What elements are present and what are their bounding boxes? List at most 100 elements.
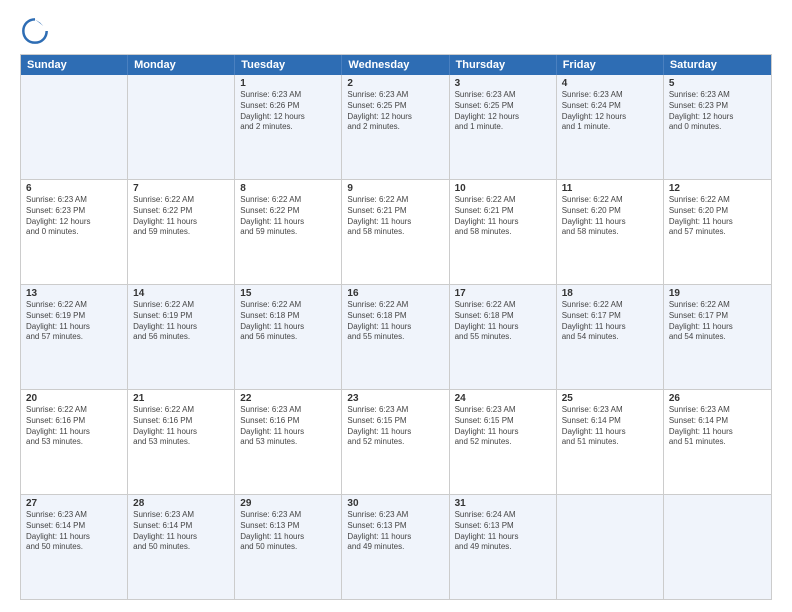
day-info: Sunrise: 6:22 AM Sunset: 6:20 PM Dayligh… [562,195,658,238]
day-info: Sunrise: 6:22 AM Sunset: 6:18 PM Dayligh… [240,300,336,343]
day-info: Sunrise: 6:24 AM Sunset: 6:13 PM Dayligh… [455,510,551,553]
calendar-day-3: 3Sunrise: 6:23 AM Sunset: 6:25 PM Daylig… [450,75,557,179]
day-info: Sunrise: 6:22 AM Sunset: 6:16 PM Dayligh… [133,405,229,448]
day-number: 27 [26,498,122,509]
day-info: Sunrise: 6:23 AM Sunset: 6:14 PM Dayligh… [669,405,766,448]
day-number: 21 [133,393,229,404]
day-info: Sunrise: 6:23 AM Sunset: 6:26 PM Dayligh… [240,90,336,133]
header-day-thursday: Thursday [450,55,557,75]
header-day-sunday: Sunday [21,55,128,75]
day-info: Sunrise: 6:23 AM Sunset: 6:24 PM Dayligh… [562,90,658,133]
calendar-day-27: 27Sunrise: 6:23 AM Sunset: 6:14 PM Dayli… [21,495,128,599]
day-number: 28 [133,498,229,509]
day-number: 8 [240,183,336,194]
day-number: 16 [347,288,443,299]
calendar-day-25: 25Sunrise: 6:23 AM Sunset: 6:14 PM Dayli… [557,390,664,494]
day-number: 17 [455,288,551,299]
calendar-day-30: 30Sunrise: 6:23 AM Sunset: 6:13 PM Dayli… [342,495,449,599]
day-info: Sunrise: 6:23 AM Sunset: 6:14 PM Dayligh… [133,510,229,553]
day-number: 13 [26,288,122,299]
calendar-day-16: 16Sunrise: 6:22 AM Sunset: 6:18 PM Dayli… [342,285,449,389]
header-day-saturday: Saturday [664,55,771,75]
day-info: Sunrise: 6:23 AM Sunset: 6:16 PM Dayligh… [240,405,336,448]
calendar-day-4: 4Sunrise: 6:23 AM Sunset: 6:24 PM Daylig… [557,75,664,179]
calendar-day-1: 1Sunrise: 6:23 AM Sunset: 6:26 PM Daylig… [235,75,342,179]
day-info: Sunrise: 6:22 AM Sunset: 6:18 PM Dayligh… [455,300,551,343]
calendar-day-22: 22Sunrise: 6:23 AM Sunset: 6:16 PM Dayli… [235,390,342,494]
header-day-monday: Monday [128,55,235,75]
day-info: Sunrise: 6:23 AM Sunset: 6:14 PM Dayligh… [562,405,658,448]
calendar-day-29: 29Sunrise: 6:23 AM Sunset: 6:13 PM Dayli… [235,495,342,599]
day-info: Sunrise: 6:23 AM Sunset: 6:15 PM Dayligh… [455,405,551,448]
day-number: 18 [562,288,658,299]
calendar-day-12: 12Sunrise: 6:22 AM Sunset: 6:20 PM Dayli… [664,180,771,284]
day-number: 3 [455,78,551,89]
calendar-day-empty [128,75,235,179]
day-info: Sunrise: 6:23 AM Sunset: 6:25 PM Dayligh… [347,90,443,133]
day-info: Sunrise: 6:22 AM Sunset: 6:20 PM Dayligh… [669,195,766,238]
calendar-day-empty [21,75,128,179]
day-info: Sunrise: 6:22 AM Sunset: 6:22 PM Dayligh… [240,195,336,238]
logo [20,16,54,46]
day-number: 9 [347,183,443,194]
calendar-week-4: 20Sunrise: 6:22 AM Sunset: 6:16 PM Dayli… [21,390,771,495]
header-day-tuesday: Tuesday [235,55,342,75]
day-number: 7 [133,183,229,194]
day-info: Sunrise: 6:22 AM Sunset: 6:17 PM Dayligh… [669,300,766,343]
day-info: Sunrise: 6:23 AM Sunset: 6:14 PM Dayligh… [26,510,122,553]
day-number: 5 [669,78,766,89]
day-number: 31 [455,498,551,509]
day-info: Sunrise: 6:22 AM Sunset: 6:19 PM Dayligh… [26,300,122,343]
day-number: 4 [562,78,658,89]
calendar-day-2: 2Sunrise: 6:23 AM Sunset: 6:25 PM Daylig… [342,75,449,179]
calendar-day-7: 7Sunrise: 6:22 AM Sunset: 6:22 PM Daylig… [128,180,235,284]
calendar-day-5: 5Sunrise: 6:23 AM Sunset: 6:23 PM Daylig… [664,75,771,179]
day-info: Sunrise: 6:23 AM Sunset: 6:25 PM Dayligh… [455,90,551,133]
day-number: 6 [26,183,122,194]
day-info: Sunrise: 6:22 AM Sunset: 6:22 PM Dayligh… [133,195,229,238]
calendar: SundayMondayTuesdayWednesdayThursdayFrid… [20,54,772,600]
calendar-day-31: 31Sunrise: 6:24 AM Sunset: 6:13 PM Dayli… [450,495,557,599]
calendar-header: SundayMondayTuesdayWednesdayThursdayFrid… [21,55,771,75]
day-info: Sunrise: 6:22 AM Sunset: 6:21 PM Dayligh… [347,195,443,238]
day-number: 15 [240,288,336,299]
day-info: Sunrise: 6:22 AM Sunset: 6:16 PM Dayligh… [26,405,122,448]
day-number: 20 [26,393,122,404]
calendar-day-8: 8Sunrise: 6:22 AM Sunset: 6:22 PM Daylig… [235,180,342,284]
calendar-day-14: 14Sunrise: 6:22 AM Sunset: 6:19 PM Dayli… [128,285,235,389]
day-info: Sunrise: 6:23 AM Sunset: 6:13 PM Dayligh… [240,510,336,553]
calendar-day-13: 13Sunrise: 6:22 AM Sunset: 6:19 PM Dayli… [21,285,128,389]
logo-icon [20,16,50,46]
calendar-day-17: 17Sunrise: 6:22 AM Sunset: 6:18 PM Dayli… [450,285,557,389]
day-info: Sunrise: 6:22 AM Sunset: 6:19 PM Dayligh… [133,300,229,343]
calendar-day-21: 21Sunrise: 6:22 AM Sunset: 6:16 PM Dayli… [128,390,235,494]
calendar-week-2: 6Sunrise: 6:23 AM Sunset: 6:23 PM Daylig… [21,180,771,285]
calendar-day-6: 6Sunrise: 6:23 AM Sunset: 6:23 PM Daylig… [21,180,128,284]
day-info: Sunrise: 6:22 AM Sunset: 6:17 PM Dayligh… [562,300,658,343]
calendar-day-18: 18Sunrise: 6:22 AM Sunset: 6:17 PM Dayli… [557,285,664,389]
calendar-day-15: 15Sunrise: 6:22 AM Sunset: 6:18 PM Dayli… [235,285,342,389]
day-number: 10 [455,183,551,194]
calendar-day-24: 24Sunrise: 6:23 AM Sunset: 6:15 PM Dayli… [450,390,557,494]
calendar-week-1: 1Sunrise: 6:23 AM Sunset: 6:26 PM Daylig… [21,75,771,180]
day-number: 14 [133,288,229,299]
day-info: Sunrise: 6:23 AM Sunset: 6:15 PM Dayligh… [347,405,443,448]
day-info: Sunrise: 6:23 AM Sunset: 6:23 PM Dayligh… [26,195,122,238]
day-info: Sunrise: 6:22 AM Sunset: 6:18 PM Dayligh… [347,300,443,343]
calendar-week-5: 27Sunrise: 6:23 AM Sunset: 6:14 PM Dayli… [21,495,771,599]
calendar-body: 1Sunrise: 6:23 AM Sunset: 6:26 PM Daylig… [21,75,771,599]
calendar-day-11: 11Sunrise: 6:22 AM Sunset: 6:20 PM Dayli… [557,180,664,284]
header-day-friday: Friday [557,55,664,75]
header-day-wednesday: Wednesday [342,55,449,75]
calendar-day-26: 26Sunrise: 6:23 AM Sunset: 6:14 PM Dayli… [664,390,771,494]
day-info: Sunrise: 6:23 AM Sunset: 6:13 PM Dayligh… [347,510,443,553]
calendar-day-28: 28Sunrise: 6:23 AM Sunset: 6:14 PM Dayli… [128,495,235,599]
day-number: 1 [240,78,336,89]
calendar-day-9: 9Sunrise: 6:22 AM Sunset: 6:21 PM Daylig… [342,180,449,284]
day-number: 24 [455,393,551,404]
day-number: 12 [669,183,766,194]
day-info: Sunrise: 6:23 AM Sunset: 6:23 PM Dayligh… [669,90,766,133]
calendar-day-empty [557,495,664,599]
calendar-day-23: 23Sunrise: 6:23 AM Sunset: 6:15 PM Dayli… [342,390,449,494]
day-number: 30 [347,498,443,509]
